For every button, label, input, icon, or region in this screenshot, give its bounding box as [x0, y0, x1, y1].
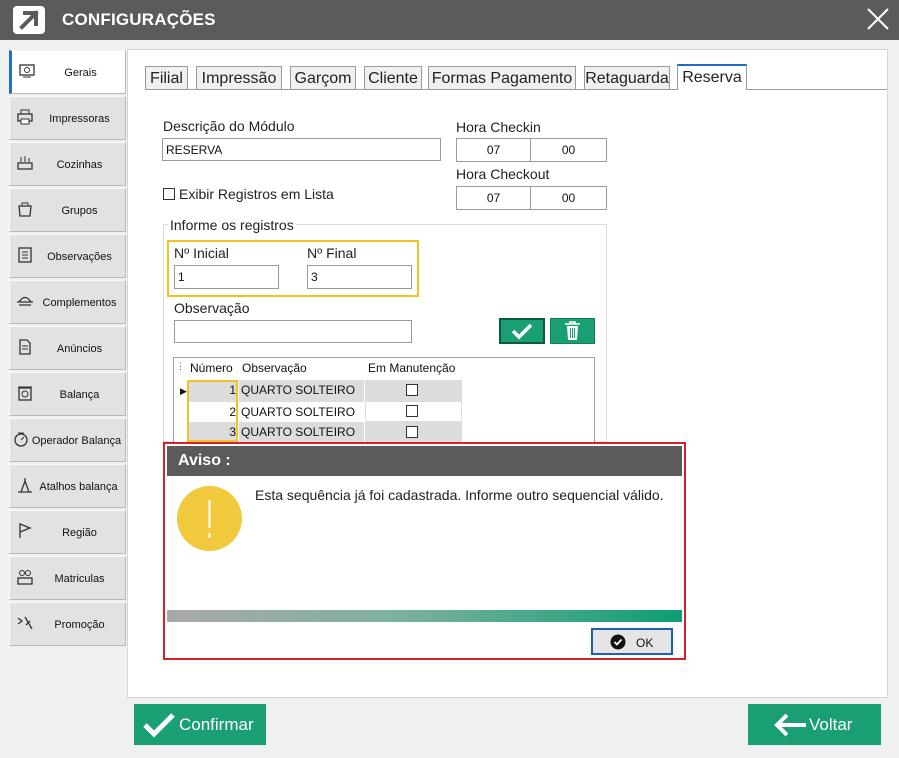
cell-observacao[interactable]: QUARTO SOLTEIRO	[239, 401, 364, 422]
sidebar-item-anuncios[interactable]: Anúncios	[9, 326, 126, 370]
close-icon[interactable]	[865, 6, 891, 32]
groups-icon	[16, 201, 36, 219]
column-header-observacao[interactable]: Observação	[240, 358, 364, 380]
delete-record-button[interactable]	[550, 318, 595, 344]
sidebar-item-grupos[interactable]: Grupos	[9, 188, 126, 232]
dialog-message: Esta sequência já foi cadastrada. Inform…	[255, 487, 664, 503]
sidebar-item-impressoras[interactable]: Impressoras	[9, 96, 126, 140]
ok-button[interactable]: OK	[591, 628, 673, 655]
warning-icon	[177, 486, 242, 551]
tab-formas-pagamento[interactable]: Formas Pagamento	[428, 66, 576, 90]
inicial-label: Nº Inicial	[174, 245, 229, 261]
sidebar-item-label: Promoção	[54, 619, 105, 631]
tab-cliente[interactable]: Cliente	[364, 66, 422, 90]
kitchen-icon	[16, 155, 36, 173]
final-label: Nº Final	[307, 245, 357, 261]
checkin-hour-input[interactable]: 07	[456, 138, 531, 162]
scale-icon	[16, 385, 36, 403]
sidebar-item-label: Observações	[47, 251, 112, 263]
dialog-gradient-bar	[167, 610, 682, 622]
sidebar: Gerais Impressoras Cozinhas Grupos Obser…	[0, 40, 127, 758]
document-icon	[16, 339, 36, 357]
confirm-label: Confirmar	[179, 715, 254, 734]
printer-icon	[16, 109, 36, 127]
warning-dialog: Aviso : Esta sequência já foi cadastrada…	[163, 442, 686, 660]
confirm-button[interactable]: Confirmar	[134, 704, 266, 745]
descricao-input[interactable]: RESERVA	[162, 138, 441, 161]
notes-icon	[16, 247, 36, 265]
sidebar-item-label: Impressoras	[49, 113, 110, 125]
checkout-label: Hora Checkout	[456, 166, 550, 182]
registration-icon	[16, 569, 36, 587]
column-header-manutencao[interactable]: Em Manutenção	[366, 358, 466, 380]
tab-impressao[interactable]: Impressão	[196, 66, 282, 90]
sidebar-item-gerais[interactable]: Gerais	[9, 50, 126, 94]
title-bar: CONFIGURAÇÕES	[0, 0, 899, 40]
sidebar-item-label: Grupos	[61, 205, 98, 217]
descricao-label: Descrição do Módulo	[163, 118, 295, 134]
manutencao-checkbox[interactable]	[406, 405, 418, 417]
manutencao-checkbox[interactable]	[406, 426, 418, 438]
sidebar-item-label: Gerais	[64, 67, 97, 79]
dialog-title: Aviso :	[167, 446, 682, 476]
cell-observacao[interactable]: QUARTO SOLTEIRO	[239, 380, 364, 401]
back-label: Voltar	[809, 715, 853, 734]
sidebar-item-label: Atalhos balança	[39, 481, 118, 493]
check-icon	[511, 323, 533, 340]
sidebar-item-complementos[interactable]: Complementos	[9, 280, 126, 324]
sidebar-item-operador-balanca[interactable]: Operador Balança	[9, 418, 126, 462]
arrow-left-icon	[774, 713, 806, 737]
sidebar-item-atalhos-balanca[interactable]: Atalhos balança	[9, 464, 126, 508]
sidebar-item-label: Cozinhas	[56, 159, 103, 171]
sidebar-item-matriculas[interactable]: Matriculas	[9, 556, 126, 600]
final-input[interactable]: 3	[307, 265, 412, 289]
checkin-label: Hora Checkin	[456, 119, 541, 135]
numero-column-highlight	[187, 380, 238, 442]
checkin-minute-input[interactable]: 00	[530, 138, 607, 162]
sidebar-item-label: Matriculas	[54, 573, 105, 585]
inicial-input[interactable]: 1	[174, 265, 279, 289]
manutencao-checkbox[interactable]	[406, 384, 418, 396]
ok-label: OK	[636, 636, 654, 650]
flag-icon	[16, 523, 36, 541]
trash-icon	[565, 321, 580, 340]
check-circle-icon	[610, 634, 626, 650]
sidebar-item-label: Complementos	[42, 297, 117, 309]
tab-retaguarda[interactable]: Retaguarda	[584, 66, 670, 90]
cell-observacao[interactable]: QUARTO SOLTEIRO	[239, 422, 364, 443]
add-record-button[interactable]	[499, 318, 545, 344]
tab-baseline	[145, 89, 887, 90]
app-logo-icon	[13, 6, 45, 34]
sidebar-item-observacoes[interactable]: Observações	[9, 234, 126, 278]
sidebar-item-cozinhas[interactable]: Cozinhas	[9, 142, 126, 186]
sidebar-item-label: Anúncios	[56, 343, 103, 355]
checkout-minute-input[interactable]: 00	[530, 186, 607, 210]
exibir-registros-checkbox[interactable]	[163, 188, 175, 200]
sidebar-item-regiao[interactable]: Região	[9, 510, 126, 554]
exibir-registros-label: Exibir Registros em Lista	[179, 186, 334, 202]
complements-icon	[16, 293, 36, 311]
window-title: CONFIGURAÇÕES	[62, 10, 216, 29]
tab-filial[interactable]: Filial	[145, 66, 188, 90]
promotion-icon	[16, 615, 36, 633]
observacao-label: Observação	[174, 300, 250, 316]
informe-registros-label: Informe os registros	[168, 217, 296, 233]
sidebar-item-label: Operador Balança	[31, 435, 122, 447]
sidebar-item-label: Região	[62, 527, 97, 539]
tab-reserva[interactable]: Reserva	[677, 64, 747, 90]
check-icon	[143, 713, 175, 738]
sidebar-item-promocao[interactable]: Promoção	[9, 602, 126, 646]
checkout-hour-input[interactable]: 07	[456, 186, 531, 210]
tab-garcom[interactable]: Garçom	[290, 66, 356, 90]
back-button[interactable]: Voltar	[748, 704, 881, 745]
sidebar-item-label: Balança	[59, 389, 100, 401]
column-header-numero[interactable]: Número	[188, 358, 238, 380]
settings-screen-icon	[18, 63, 38, 81]
sidebar-item-balanca[interactable]: Balança	[9, 372, 126, 416]
observacao-input[interactable]	[174, 320, 412, 343]
